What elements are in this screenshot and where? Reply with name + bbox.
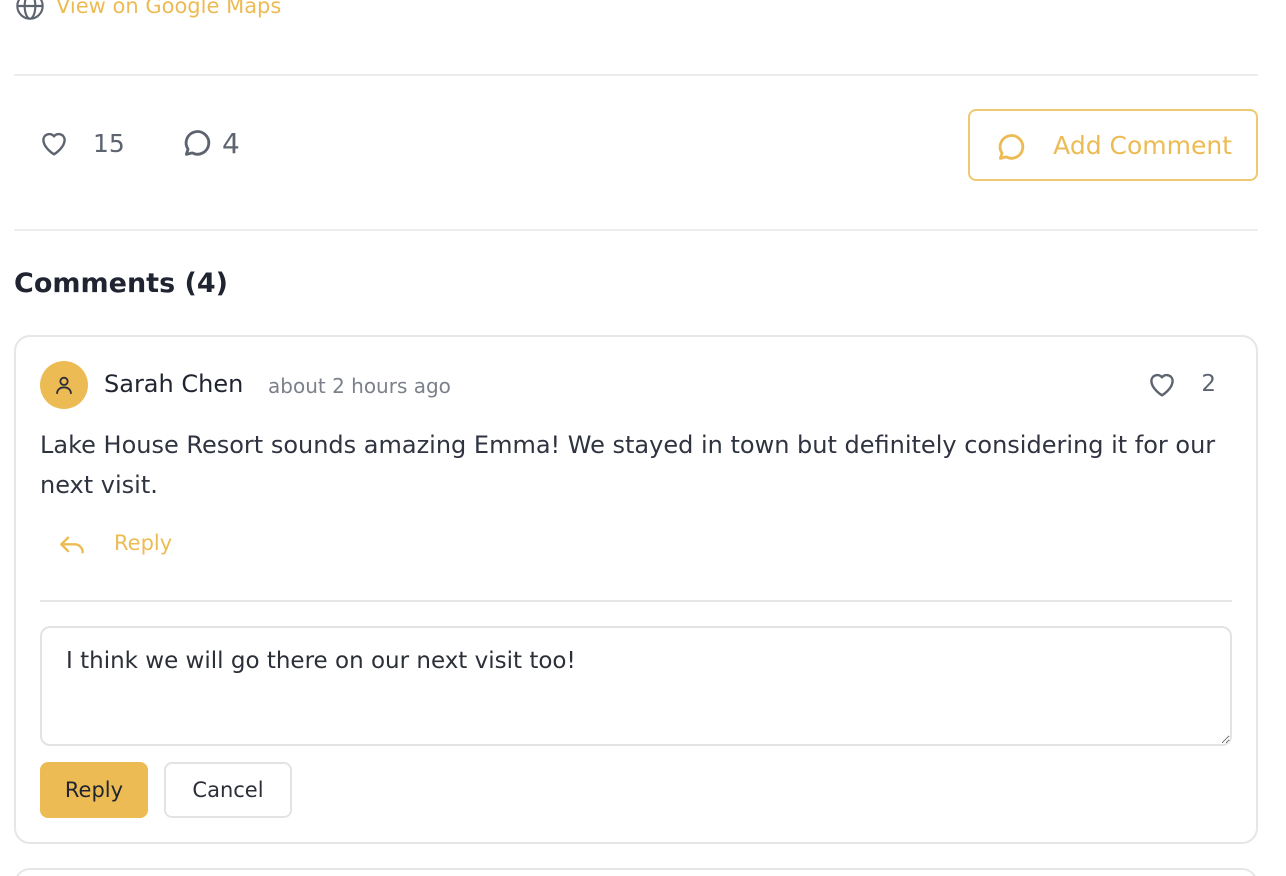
add-comment-label: Add Comment — [1053, 130, 1232, 160]
reply-arrow-icon — [60, 536, 84, 554]
likes-count: 15 — [93, 128, 125, 158]
user-icon — [56, 376, 72, 395]
divider — [14, 229, 1258, 231]
globe-icon — [16, 0, 44, 20]
post-page: View on Google Maps 15 4 Add Comment Com… — [0, 0, 1286, 876]
comment-author: Sarah Chen — [104, 370, 244, 398]
submit-reply-button[interactable]: Reply — [40, 762, 148, 818]
comment-body: Lake House Resort sounds amazing Emma! W… — [40, 431, 1216, 499]
comments-heading: Comments (4) — [14, 268, 229, 299]
speech-bubble-icon — [184, 130, 211, 156]
speech-bubble-icon — [998, 134, 1025, 160]
comment-timestamp: about 2 hours ago — [268, 374, 451, 398]
comment-like-button[interactable]: 2 — [1145, 367, 1216, 401]
cancel-reply-button[interactable]: Cancel — [164, 762, 292, 818]
comment-card — [14, 868, 1258, 876]
like-post-button[interactable]: 15 — [37, 126, 125, 160]
google-maps-link-label: View on Google Maps — [56, 0, 282, 18]
comment-card: Sarah Chen about 2 hours ago 2 Lake Hous… — [14, 335, 1258, 844]
reply-link-label: Reply — [114, 531, 173, 555]
comments-count: 4 — [222, 126, 240, 160]
comment-likes-count: 2 — [1201, 371, 1216, 397]
heart-icon — [42, 132, 66, 156]
reply-textarea[interactable]: I think we will go there on our next vis… — [40, 626, 1232, 746]
reply-link[interactable]: Reply — [56, 527, 172, 559]
avatar — [40, 361, 88, 409]
google-maps-link[interactable]: View on Google Maps — [14, 0, 281, 22]
add-comment-button[interactable]: Add Comment — [968, 109, 1258, 181]
divider — [40, 600, 1232, 602]
comments-count-button[interactable]: 4 — [180, 126, 240, 160]
divider — [14, 74, 1258, 76]
heart-icon — [1150, 373, 1175, 397]
